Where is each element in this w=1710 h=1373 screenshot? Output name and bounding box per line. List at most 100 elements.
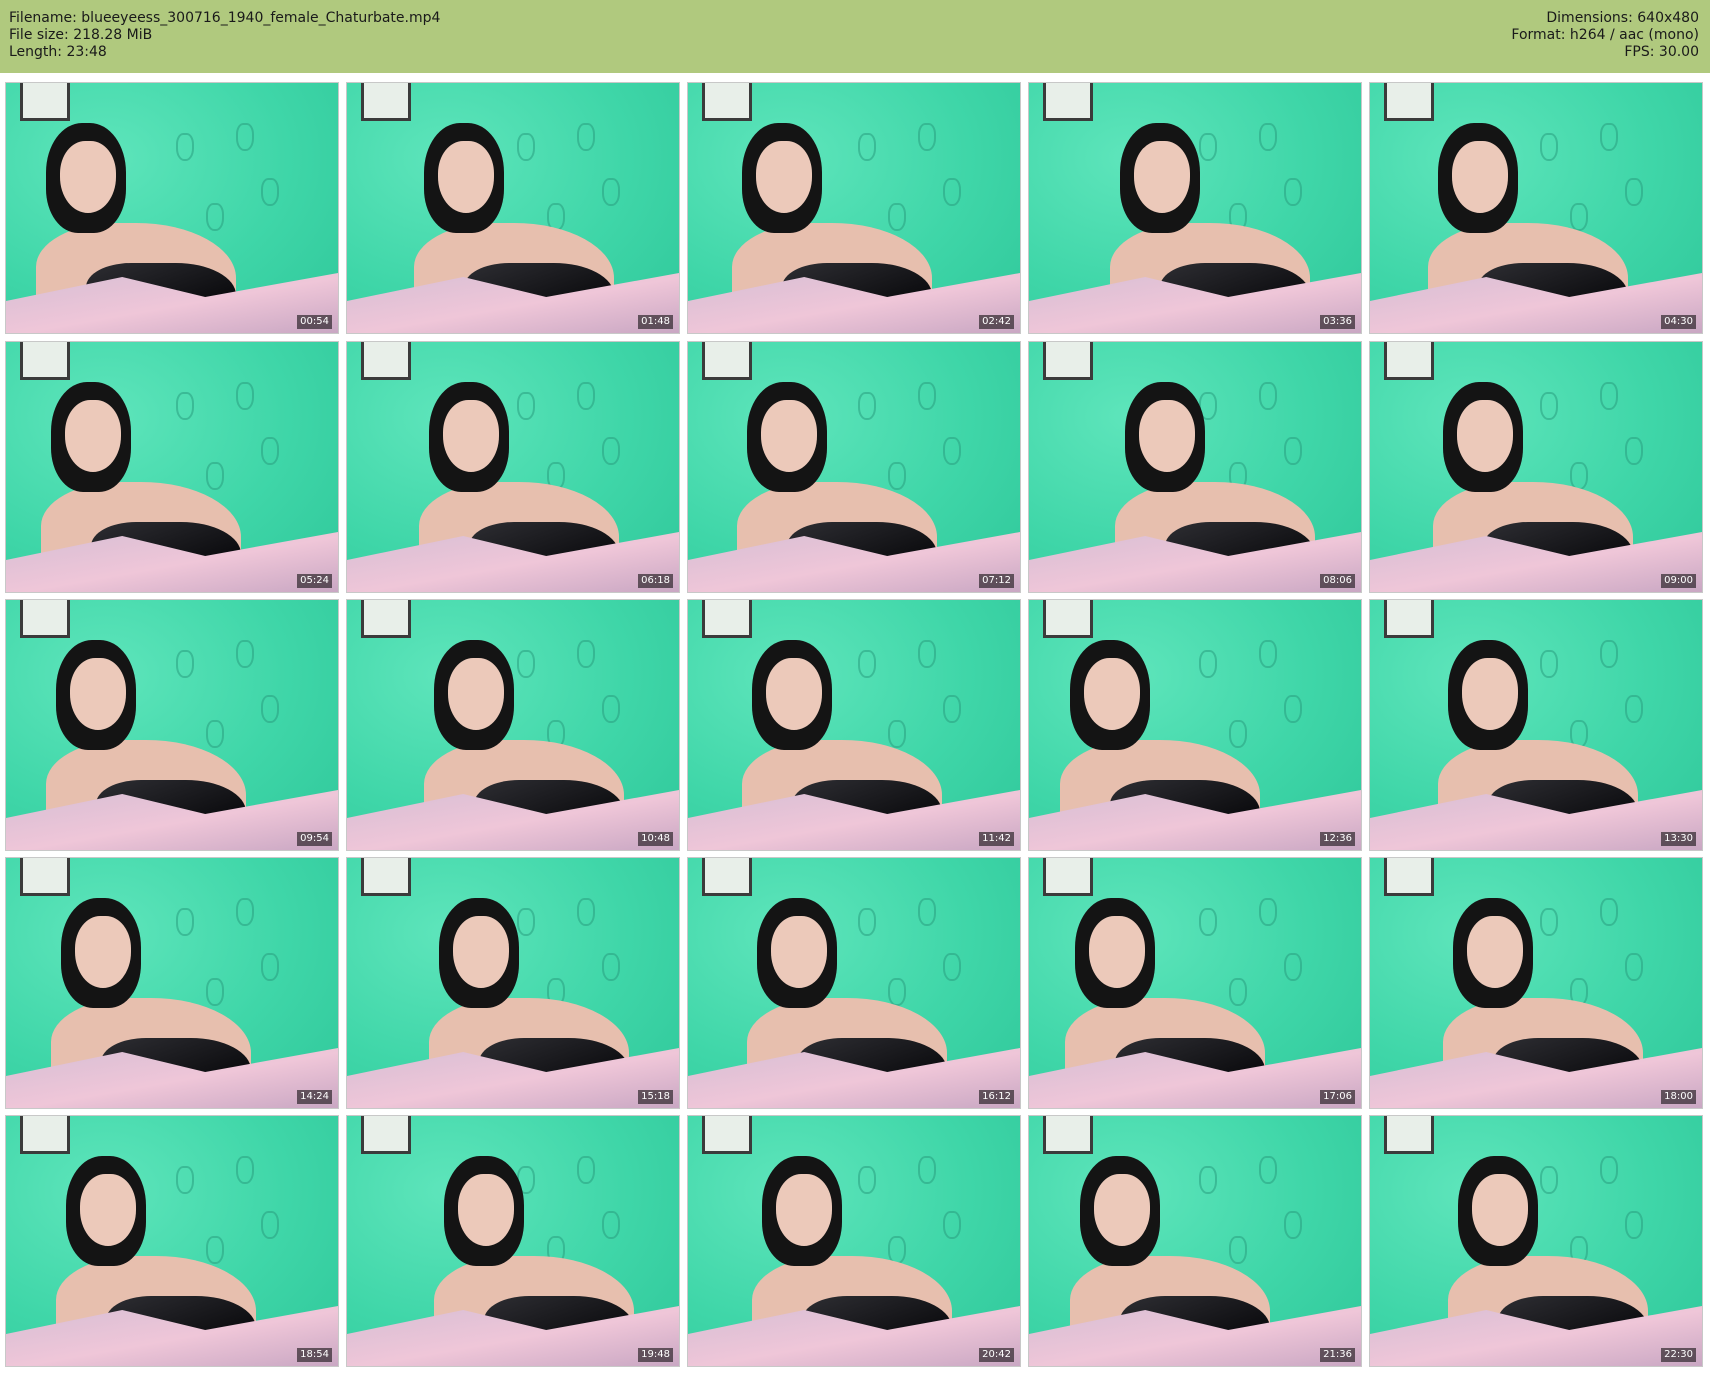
video-thumbnail: 10:48 <box>346 599 680 851</box>
wall-decal <box>1259 640 1277 668</box>
video-thumbnail: 15:18 <box>346 857 680 1109</box>
thumbnail-timestamp: 17:06 <box>1320 1090 1355 1104</box>
wall-decal <box>577 1156 595 1184</box>
person-face <box>453 916 509 988</box>
picture-frame-decoration <box>20 1116 70 1154</box>
person-face <box>1462 658 1518 730</box>
video-thumbnail: 20:42 <box>687 1115 1021 1367</box>
thumbnail-timestamp: 01:48 <box>638 315 673 329</box>
video-thumbnail: 09:54 <box>5 599 339 851</box>
person-face <box>70 658 126 730</box>
wall-decal <box>577 123 595 151</box>
thumbnail-timestamp: 05:24 <box>297 574 332 588</box>
wall-decal <box>261 437 279 465</box>
person-face <box>1134 141 1190 213</box>
person-face <box>766 658 822 730</box>
wall-decal <box>176 650 194 678</box>
wall-decal <box>236 382 254 410</box>
person-face <box>1452 141 1508 213</box>
picture-frame-decoration <box>1384 600 1434 638</box>
thumbnail-timestamp: 04:30 <box>1661 315 1696 329</box>
wall-decal <box>1625 1211 1643 1239</box>
fps-text: FPS: 30.00 <box>1624 44 1699 60</box>
wall-decal <box>1284 695 1302 723</box>
wall-decal <box>943 178 961 206</box>
wall-decal <box>888 978 906 1006</box>
person-face <box>1457 400 1513 472</box>
wall-decal <box>918 1156 936 1184</box>
video-thumbnail: 19:48 <box>346 1115 680 1367</box>
person-face <box>1467 916 1523 988</box>
person-face <box>80 1174 136 1246</box>
person-face <box>65 400 121 472</box>
person-face <box>1472 1174 1528 1246</box>
wall-decal <box>1625 437 1643 465</box>
wall-decal <box>1284 178 1302 206</box>
picture-frame-decoration <box>702 342 752 380</box>
wall-decal <box>577 898 595 926</box>
dimensions-text: Dimensions: 640x480 <box>1546 10 1699 26</box>
picture-frame-decoration <box>1043 83 1093 121</box>
wall-decal <box>943 437 961 465</box>
wall-decal <box>1625 695 1643 723</box>
picture-frame-decoration <box>1384 1116 1434 1154</box>
video-thumbnail: 02:42 <box>687 82 1021 334</box>
thumbnail-timestamp: 08:06 <box>1320 574 1355 588</box>
picture-frame-decoration <box>1043 1116 1093 1154</box>
video-thumbnail: 14:24 <box>5 857 339 1109</box>
wall-decal <box>206 1236 224 1264</box>
picture-frame-decoration <box>20 83 70 121</box>
wall-decal <box>1259 123 1277 151</box>
picture-frame-decoration <box>1043 342 1093 380</box>
wall-decal <box>206 203 224 231</box>
info-header: Filename: blueeyeess_300716_1940_female_… <box>0 0 1710 73</box>
wall-decal <box>261 1211 279 1239</box>
person-face <box>1084 658 1140 730</box>
video-thumbnail: 01:48 <box>346 82 680 334</box>
video-thumbnail: 22:30 <box>1369 1115 1703 1367</box>
video-thumbnail: 12:36 <box>1028 599 1362 851</box>
wall-decal <box>1284 953 1302 981</box>
wall-decal <box>176 133 194 161</box>
video-thumbnail: 13:30 <box>1369 599 1703 851</box>
wall-decal <box>1600 382 1618 410</box>
thumbnail-timestamp: 16:12 <box>979 1090 1014 1104</box>
picture-frame-decoration <box>702 1116 752 1154</box>
thumbnail-timestamp: 06:18 <box>638 574 673 588</box>
picture-frame-decoration <box>1384 83 1434 121</box>
thumbnail-timestamp: 20:42 <box>979 1348 1014 1362</box>
wall-decal <box>1229 720 1247 748</box>
video-thumbnail: 03:36 <box>1028 82 1362 334</box>
person-face <box>1139 400 1195 472</box>
thumbnail-timestamp: 09:00 <box>1661 574 1696 588</box>
format-text: Format: h264 / aac (mono) <box>1511 27 1699 43</box>
thumbnail-timestamp: 12:36 <box>1320 832 1355 846</box>
wall-decal <box>918 382 936 410</box>
wall-decal <box>261 178 279 206</box>
wall-decal <box>1600 898 1618 926</box>
picture-frame-decoration <box>1043 858 1093 896</box>
thumbnail-timestamp: 18:00 <box>1661 1090 1696 1104</box>
wall-decal <box>1199 1166 1217 1194</box>
wall-decal <box>1259 1156 1277 1184</box>
person-face <box>1094 1174 1150 1246</box>
picture-frame-decoration <box>702 83 752 121</box>
wall-decal <box>943 1211 961 1239</box>
thumbnail-timestamp: 03:36 <box>1320 315 1355 329</box>
video-thumbnail: 17:06 <box>1028 857 1362 1109</box>
video-thumbnail: 06:18 <box>346 341 680 593</box>
picture-frame-decoration <box>20 342 70 380</box>
wall-decal <box>1229 1236 1247 1264</box>
video-thumbnail: 05:24 <box>5 341 339 593</box>
picture-frame-decoration <box>702 858 752 896</box>
person-face <box>458 1174 514 1246</box>
picture-frame-decoration <box>20 600 70 638</box>
wall-decal <box>1625 953 1643 981</box>
picture-frame-decoration <box>702 600 752 638</box>
wall-decal <box>888 462 906 490</box>
wall-decal <box>176 1166 194 1194</box>
wall-decal <box>176 908 194 936</box>
wall-decal <box>602 178 620 206</box>
wall-decal <box>858 392 876 420</box>
wall-decal <box>943 953 961 981</box>
